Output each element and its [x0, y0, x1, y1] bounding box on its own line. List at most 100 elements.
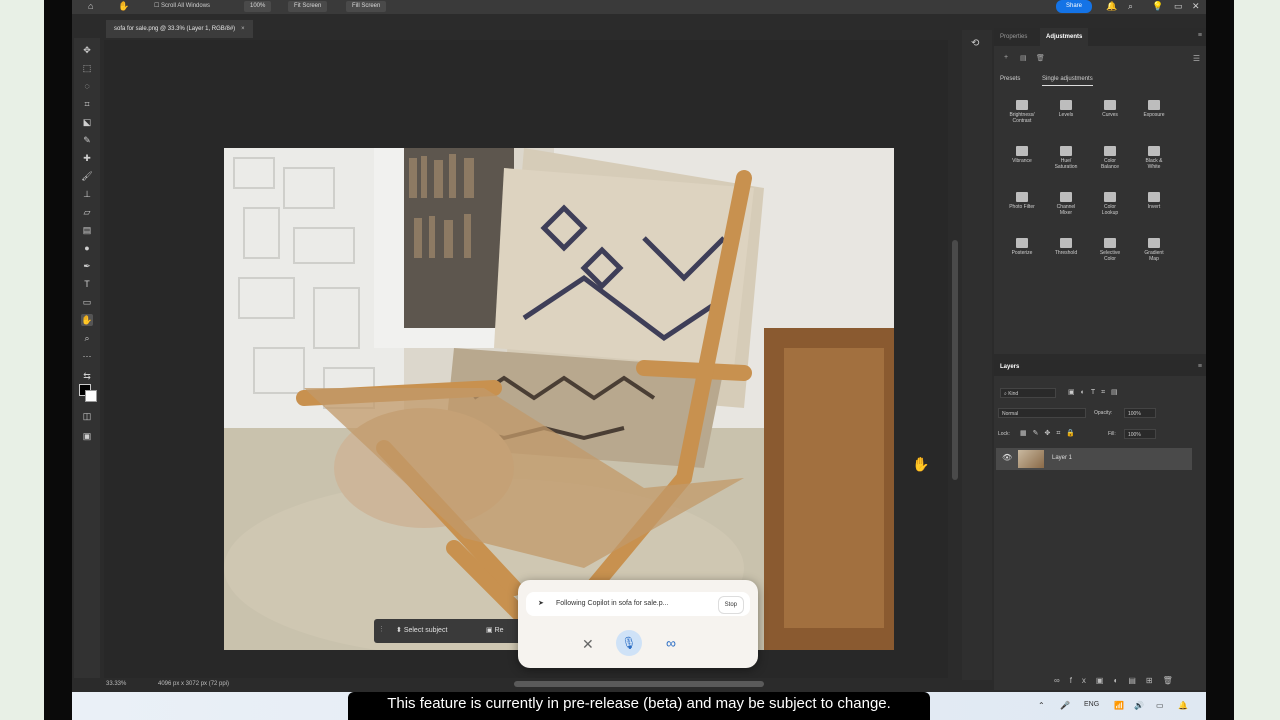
- eyedropper-icon[interactable]: ✎: [81, 134, 93, 146]
- lock-icons[interactable]: ▦✎✥⌗🔒: [1020, 429, 1081, 438]
- zoom-level[interactable]: 33.33%: [106, 681, 126, 687]
- adjustment-vibrance[interactable]: Vibrance: [1000, 146, 1044, 164]
- eraser-tool-icon[interactable]: ▱: [81, 206, 93, 218]
- shape-tool-icon[interactable]: ▭: [81, 296, 93, 308]
- channel-mixer-icon: [1060, 192, 1072, 202]
- wifi-icon[interactable]: 📶: [1114, 701, 1124, 710]
- healing-brush-icon[interactable]: ✚: [81, 152, 93, 164]
- chevron-up-icon[interactable]: ⌃: [1038, 701, 1045, 710]
- pen-tool-icon[interactable]: ✒: [81, 260, 93, 272]
- layers-menu-icon[interactable]: ≡: [1198, 363, 1202, 370]
- filter-kind-select[interactable]: ⌕ Kind: [1000, 388, 1056, 398]
- bell-icon[interactable]: 🔔: [1106, 1, 1117, 12]
- type-tool-icon[interactable]: T: [81, 278, 93, 290]
- adjustment-color-balance[interactable]: Color Balance: [1088, 146, 1132, 170]
- add-preset-icon[interactable]: +: [1004, 54, 1008, 61]
- close-icon[interactable]: ✕: [582, 636, 594, 653]
- document-tab-row: sofa for sale.png @ 33.3% (Layer 1, RGB/…: [72, 20, 962, 38]
- scroll-all-windows-label: Scroll All Windows: [161, 3, 211, 9]
- list-view-icon[interactable]: ☰: [1193, 54, 1200, 63]
- language-indicator[interactable]: ENG: [1084, 701, 1099, 708]
- contextual-task-bar: ⋮ ⬍ Select subject ▣ Re: [374, 619, 524, 643]
- zoom-100-button[interactable]: 100%: [244, 1, 272, 12]
- lightbulb-icon[interactable]: 💡: [1152, 1, 1163, 12]
- microphone-icon[interactable]: 🎙: [616, 630, 642, 656]
- panel-menu-icon[interactable]: ≡: [1198, 32, 1202, 39]
- adjustment-hue-saturation[interactable]: Hue/ Saturation: [1044, 146, 1088, 170]
- adjustment-threshold[interactable]: Threshold: [1044, 238, 1088, 256]
- close-tab-icon[interactable]: ×: [241, 26, 245, 32]
- move-tool-icon[interactable]: ✥: [81, 44, 93, 56]
- adjustment-brightness-contrast[interactable]: Brightness/ Contrast: [1000, 100, 1044, 124]
- vibrance-icon: [1016, 146, 1028, 156]
- blend-mode-select[interactable]: Normal: [998, 408, 1086, 418]
- fit-screen-button[interactable]: Fit Screen: [288, 1, 328, 12]
- select-subject-button[interactable]: ⬍ Select subject: [396, 626, 447, 634]
- more-tools-icon[interactable]: ⋯: [81, 350, 93, 362]
- close-window-icon[interactable]: ✕: [1192, 1, 1200, 12]
- layer-row[interactable]: 👁 Layer 1: [996, 448, 1192, 470]
- workspace-icon[interactable]: ▭: [1174, 1, 1183, 12]
- posterize-icon: [1016, 238, 1028, 248]
- adjustment-curves[interactable]: Curves: [1088, 100, 1132, 118]
- hand-tool-icon[interactable]: ✋: [118, 1, 129, 12]
- remove-background-button[interactable]: ▣ Re: [486, 626, 504, 634]
- fill-screen-button[interactable]: Fill Screen: [346, 1, 387, 12]
- gradient-tool-icon[interactable]: ▤: [81, 224, 93, 236]
- drag-handle-icon[interactable]: ⋮: [378, 625, 385, 633]
- notification-icon[interactable]: 🔔: [1178, 701, 1188, 710]
- quick-mask-icon[interactable]: ◫: [81, 410, 93, 422]
- adjustment-invert[interactable]: Invert: [1132, 192, 1176, 210]
- scroll-all-windows-checkbox[interactable]: ☐ Scroll All Windows: [154, 2, 210, 9]
- dodge-tool-icon[interactable]: ●: [81, 242, 93, 254]
- mic-tray-icon[interactable]: 🎤: [1060, 701, 1070, 710]
- lasso-tool-icon[interactable]: ◌: [81, 80, 93, 92]
- adjustment-selective-color[interactable]: Selective Color: [1088, 238, 1132, 262]
- layers-panel-title[interactable]: Layers: [1000, 364, 1019, 370]
- swap-colors-icon[interactable]: ⇆: [81, 370, 93, 382]
- adjustment-gradient-map[interactable]: Gradient Map: [1132, 238, 1176, 262]
- object-selection-icon[interactable]: ⬕: [81, 116, 93, 128]
- clone-stamp-icon[interactable]: ⊥: [81, 188, 93, 200]
- adjustment-color-lookup[interactable]: Color Lookup: [1088, 192, 1132, 216]
- sofa-photo[interactable]: [224, 148, 894, 650]
- adjustment-photo-filter[interactable]: Photo Filter: [1000, 192, 1044, 210]
- trash-icon[interactable]: 🗑: [1036, 54, 1045, 62]
- home-icon[interactable]: ⌂: [88, 1, 93, 11]
- layer-name[interactable]: Layer 1: [1052, 455, 1072, 461]
- subtab-presets[interactable]: Presets: [1000, 76, 1020, 82]
- tab-properties[interactable]: Properties: [994, 28, 1033, 46]
- fill-input[interactable]: 100%: [1124, 429, 1156, 439]
- subtab-single-adjustments[interactable]: Single adjustments: [1042, 76, 1093, 86]
- stop-button[interactable]: Stop: [717, 596, 744, 614]
- share-button[interactable]: Share: [1056, 0, 1092, 13]
- search-icon[interactable]: ⌕: [1128, 1, 1133, 12]
- layer-filter-icons[interactable]: ▣◐T⌗▤: [1068, 388, 1124, 397]
- hand-tool-icon[interactable]: ✋: [81, 314, 93, 326]
- adjustment-posterize[interactable]: Posterize: [1000, 238, 1044, 256]
- share-screen-icon[interactable]: ∞: [666, 635, 676, 651]
- background-color-swatch[interactable]: [85, 390, 97, 402]
- tab-adjustments[interactable]: Adjustments: [1040, 28, 1089, 46]
- eye-icon[interactable]: 👁: [1002, 453, 1012, 462]
- adjustment-levels[interactable]: Levels: [1044, 100, 1088, 118]
- volume-icon[interactable]: 🔊: [1134, 701, 1144, 710]
- history-icon[interactable]: ⟲: [971, 38, 979, 49]
- levels-icon: [1060, 100, 1072, 110]
- folder-icon[interactable]: ▤: [1020, 54, 1027, 62]
- battery-icon[interactable]: ▭: [1156, 701, 1164, 710]
- horizontal-scrollbar[interactable]: [514, 681, 764, 687]
- marquee-tool-icon[interactable]: ⬚: [81, 62, 93, 74]
- brush-tool-icon[interactable]: 🖌: [81, 170, 93, 182]
- adjustment-channel-mixer[interactable]: Channel Mixer: [1044, 192, 1088, 216]
- layer-action-icons[interactable]: ∞fx▣◐▤⊞🗑: [1054, 676, 1183, 685]
- crop-tool-icon[interactable]: ⌗: [81, 98, 93, 110]
- screen-mode-icon[interactable]: ▣: [81, 430, 93, 442]
- adjustment-exposure[interactable]: Exposure: [1132, 100, 1176, 118]
- opacity-input[interactable]: 100%: [1124, 408, 1156, 418]
- zoom-tool-icon[interactable]: ⌕: [81, 332, 93, 344]
- adjustment-black-white[interactable]: Black & White: [1132, 146, 1176, 170]
- document-tab[interactable]: sofa for sale.png @ 33.3% (Layer 1, RGB/…: [106, 20, 253, 38]
- vertical-scrollbar[interactable]: [952, 240, 958, 480]
- remove-background-label: Re: [494, 627, 504, 634]
